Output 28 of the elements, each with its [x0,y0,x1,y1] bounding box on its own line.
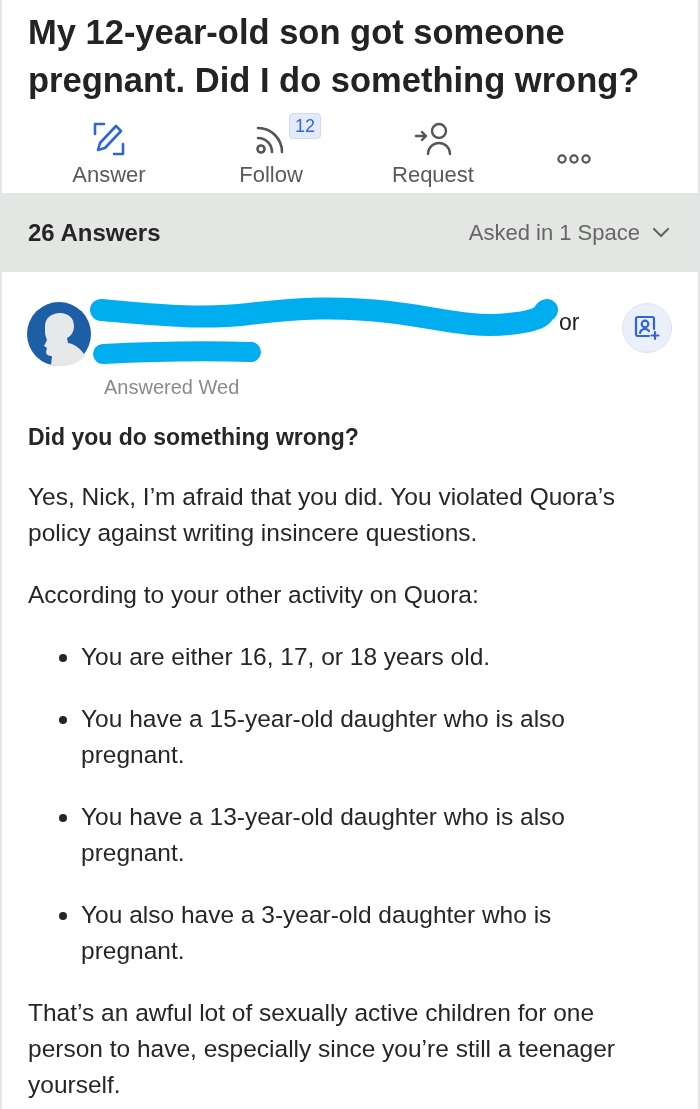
bullet-text: You are either 16, 17, or 18 years old. [81,642,491,672]
answer-paragraph: According to your other activity on Quora: [28,580,480,610]
follower-count-badge: 12 [289,113,322,139]
spaces-dropdown[interactable]: Asked in 1 Space [468,219,670,246]
pencil-edit-icon [93,122,125,156]
bullet-text: You have a 15-year-old daughter who is also pregnant. [81,704,566,770]
bullet-dot-icon [59,716,67,724]
answers-count: 26 Answers [28,218,161,247]
bullet-dot-icon [59,814,67,822]
bullet-dot-icon [59,912,67,920]
answer-paragraph: That’s an awful lot of sexually active children for one person to have, especially since you’re still a teenager yourself. [28,998,616,1100]
author-name-fragment: or [559,309,580,336]
answered-date: Answered Wed [104,376,240,399]
answer-button[interactable]: Answer [72,110,146,192]
question-title: My 12-year-old son got someone pregnant. Did I do something wrong? [27,12,641,101]
bullet-text: You have a 13-year-old daughter who is also pregnant. [81,802,566,868]
chevron-down-icon [652,227,670,238]
request-button[interactable]: Request [392,110,474,192]
more-icon [557,154,591,164]
person-add-icon [634,315,660,341]
answer-heading: Did you do something wrong? [28,423,360,452]
bullet-text: You also have a 3-year-old daughter who is pregnant. [81,900,553,966]
answer-paragraph: Yes, Nick, I’m afraid that you did. You violated Quora’s policy against writing insincere questions. [28,482,616,548]
avatar-silhouette[interactable] [27,302,91,366]
bullet-dot-icon [59,654,67,662]
follow-author-button[interactable] [622,303,672,353]
follow-button[interactable]: 12 Follow [215,110,327,192]
person-arrow-icon [414,122,452,156]
